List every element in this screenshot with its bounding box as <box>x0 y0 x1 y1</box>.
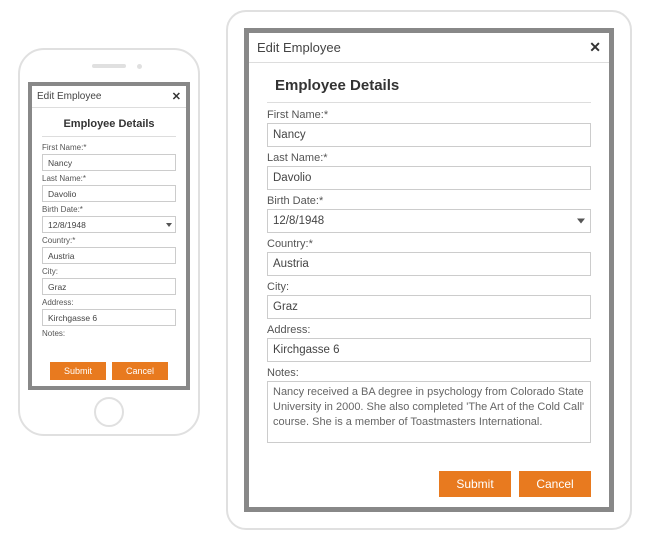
first-name-input[interactable] <box>267 123 591 147</box>
address-field-group: Address: <box>42 298 176 326</box>
submit-button[interactable]: Submit <box>439 471 511 497</box>
address-input[interactable] <box>267 338 591 362</box>
city-input[interactable] <box>42 278 176 295</box>
dialog-title: Edit Employee <box>257 40 341 55</box>
phone-screen: Edit Employee ✕ Employee Details First N… <box>28 82 190 390</box>
last-name-label: Last Name:* <box>42 174 176 183</box>
country-label: Country:* <box>267 238 591 250</box>
birth-date-select-wrap <box>267 209 591 233</box>
dialog-body: Employee Details First Name:* Last Name:… <box>249 63 609 463</box>
close-icon[interactable]: ✕ <box>589 39 601 56</box>
first-name-label: First Name:* <box>42 143 176 152</box>
notes-label: Notes: <box>267 367 591 379</box>
dialog-footer: Submit Cancel <box>249 463 609 507</box>
birth-date-input[interactable] <box>42 216 176 233</box>
city-field-group: City: <box>42 267 176 295</box>
address-label: Address: <box>267 324 591 336</box>
address-input[interactable] <box>42 309 176 326</box>
birth-date-field-group: Birth Date:* <box>267 195 591 233</box>
phone-home-button[interactable] <box>94 397 124 427</box>
first-name-field-group: First Name:* <box>267 109 591 147</box>
tablet-device-frame: Edit Employee ✕ Employee Details First N… <box>226 10 632 530</box>
dialog-title: Edit Employee <box>37 91 101 102</box>
phone-device-frame: Edit Employee ✕ Employee Details First N… <box>18 48 200 436</box>
address-label: Address: <box>42 298 176 307</box>
notes-field-group: Notes: Nancy received a BA degree in psy… <box>267 367 591 446</box>
country-input[interactable] <box>267 252 591 276</box>
birth-date-select-wrap <box>42 216 176 233</box>
city-label: City: <box>42 267 176 276</box>
cancel-button[interactable]: Cancel <box>519 471 591 497</box>
birth-date-label: Birth Date:* <box>42 205 176 214</box>
cancel-button[interactable]: Cancel <box>112 362 168 380</box>
phone-speaker <box>92 64 126 68</box>
country-field-group: Country:* <box>267 238 591 276</box>
dialog-header: Edit Employee ✕ <box>32 86 186 108</box>
dialog-footer: Submit Cancel <box>32 358 186 386</box>
submit-button[interactable]: Submit <box>50 362 106 380</box>
notes-field-group: Notes: <box>42 329 176 338</box>
birth-date-label: Birth Date:* <box>267 195 591 207</box>
edit-employee-dialog: Edit Employee ✕ Employee Details First N… <box>249 33 609 507</box>
last-name-label: Last Name:* <box>267 152 591 164</box>
last-name-input[interactable] <box>42 185 176 202</box>
city-label: City: <box>267 281 591 293</box>
dialog-body: Employee Details First Name:* Last Name:… <box>32 108 186 358</box>
section-title: Employee Details <box>42 114 176 137</box>
notes-textarea[interactable]: Nancy received a BA degree in psychology… <box>267 381 591 443</box>
tablet-screen: Edit Employee ✕ Employee Details First N… <box>244 28 614 512</box>
city-input[interactable] <box>267 295 591 319</box>
country-input[interactable] <box>42 247 176 264</box>
first-name-input[interactable] <box>42 154 176 171</box>
first-name-field-group: First Name:* <box>42 143 176 171</box>
birth-date-field-group: Birth Date:* <box>42 205 176 233</box>
notes-label: Notes: <box>42 329 176 338</box>
last-name-field-group: Last Name:* <box>42 174 176 202</box>
last-name-field-group: Last Name:* <box>267 152 591 190</box>
country-field-group: Country:* <box>42 236 176 264</box>
dialog-header: Edit Employee ✕ <box>249 33 609 63</box>
city-field-group: City: <box>267 281 591 319</box>
last-name-input[interactable] <box>267 166 591 190</box>
edit-employee-dialog: Edit Employee ✕ Employee Details First N… <box>32 86 186 386</box>
close-icon[interactable]: ✕ <box>172 90 181 103</box>
country-label: Country:* <box>42 236 176 245</box>
address-field-group: Address: <box>267 324 591 362</box>
first-name-label: First Name:* <box>267 109 591 121</box>
birth-date-input[interactable] <box>267 209 591 233</box>
section-title: Employee Details <box>267 71 591 103</box>
phone-camera <box>137 64 142 69</box>
